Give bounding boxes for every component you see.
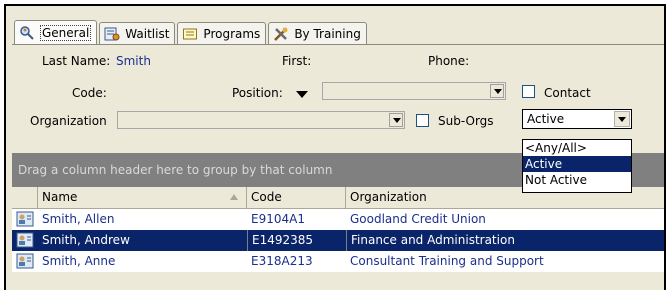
contact-label: Contact bbox=[544, 86, 591, 100]
tab-programs-label: Programs bbox=[203, 27, 261, 41]
training-tools-icon bbox=[273, 26, 289, 42]
status-select-value: Active bbox=[527, 112, 565, 126]
sub-orgs-label: Sub-Orgs bbox=[438, 114, 494, 128]
tab-bar: General Waitlist Programs By Training bbox=[14, 20, 369, 45]
cell-organization: Finance and Administration bbox=[346, 230, 664, 251]
row-indicator-header bbox=[12, 187, 38, 208]
last-name-label: Last Name: bbox=[42, 54, 111, 68]
results-grid: Name Code Organization Smith, Allen E910… bbox=[12, 187, 664, 272]
sub-orgs-checkbox[interactable] bbox=[416, 114, 429, 127]
last-name-value[interactable]: Smith bbox=[116, 54, 151, 68]
status-option-not-active[interactable]: Not Active bbox=[523, 172, 631, 188]
waitlist-icon bbox=[104, 26, 120, 42]
table-row[interactable]: Smith, Andrew E1492385 Finance and Admin… bbox=[12, 230, 664, 251]
group-by-hint: Drag a column header here to group by th… bbox=[18, 163, 333, 177]
column-header-organization-label: Organization bbox=[350, 190, 427, 204]
cell-organization: Goodland Credit Union bbox=[350, 212, 486, 226]
cell-code: E9104A1 bbox=[251, 212, 305, 226]
tab-panel-border bbox=[12, 44, 664, 45]
position-label: Position: bbox=[232, 86, 283, 100]
tab-programs[interactable]: Programs bbox=[177, 22, 267, 45]
cell-name: Smith, Allen bbox=[42, 212, 115, 226]
tab-waitlist-label: Waitlist bbox=[125, 27, 170, 41]
contact-checkbox[interactable] bbox=[522, 85, 535, 98]
organization-label: Organization bbox=[30, 114, 107, 128]
status-option-any[interactable]: <Any/All> bbox=[523, 140, 631, 156]
cell-name: Smith, Anne bbox=[42, 254, 116, 268]
status-dropdown-list: <Any/All> Active Not Active bbox=[522, 139, 632, 193]
cell-code: E1492385 bbox=[247, 230, 346, 251]
sort-ascending-icon bbox=[230, 194, 238, 200]
person-card-icon bbox=[16, 253, 34, 269]
programs-icon bbox=[182, 26, 198, 42]
tab-waitlist[interactable]: Waitlist bbox=[99, 22, 176, 45]
first-name-label: First: bbox=[282, 54, 312, 68]
cell-name: Smith, Andrew bbox=[42, 233, 130, 247]
table-row[interactable]: Smith, Anne E318A213 Consultant Training… bbox=[12, 251, 664, 272]
tab-general[interactable]: General bbox=[14, 20, 98, 45]
chevron-down-icon[interactable] bbox=[490, 84, 504, 98]
search-person-icon bbox=[19, 25, 35, 41]
person-card-icon bbox=[16, 232, 34, 248]
tab-general-label: General bbox=[40, 25, 92, 41]
column-header-name-label: Name bbox=[42, 190, 78, 204]
column-header-code-label: Code bbox=[251, 190, 282, 204]
tab-by-training[interactable]: By Training bbox=[268, 22, 367, 45]
chevron-down-icon[interactable] bbox=[389, 113, 403, 127]
organization-select[interactable] bbox=[117, 111, 405, 129]
phone-label: Phone: bbox=[428, 54, 470, 68]
column-header-name[interactable]: Name bbox=[38, 187, 247, 208]
status-option-active[interactable]: Active bbox=[523, 156, 631, 172]
cell-code: E318A213 bbox=[251, 254, 313, 268]
status-select[interactable]: Active bbox=[522, 109, 632, 129]
position-menu-arrow-icon[interactable] bbox=[296, 91, 308, 98]
tab-by-training-label: By Training bbox=[294, 27, 361, 41]
chevron-down-icon[interactable] bbox=[614, 111, 630, 127]
person-card-icon bbox=[16, 211, 34, 227]
column-header-code[interactable]: Code bbox=[247, 187, 346, 208]
code-label: Code: bbox=[72, 86, 107, 100]
position-select[interactable] bbox=[322, 82, 506, 100]
cell-organization: Consultant Training and Support bbox=[350, 254, 544, 268]
search-window: General Waitlist Programs By Training La… bbox=[4, 4, 666, 290]
table-row[interactable]: Smith, Allen E9104A1 Goodland Credit Uni… bbox=[12, 209, 664, 230]
